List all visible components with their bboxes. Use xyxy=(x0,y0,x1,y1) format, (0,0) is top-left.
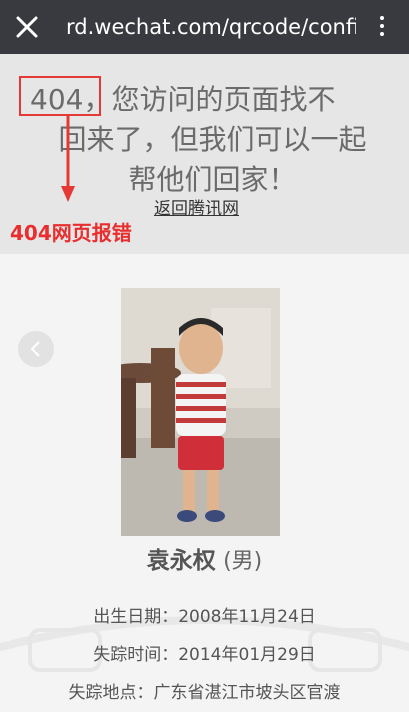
error-code-highlight-box xyxy=(19,76,101,116)
missing-time-label: 失踪时间： xyxy=(93,645,179,665)
person-name: 袁永权 xyxy=(146,548,216,574)
chevron-left-icon xyxy=(30,341,40,357)
person-gender: (男) xyxy=(223,549,263,574)
page-url: rd.wechat.com/qrcode/confir… xyxy=(66,15,356,39)
close-icon[interactable] xyxy=(12,12,42,42)
annotation-label: 404网页报错 xyxy=(10,221,132,245)
prev-arrow-button[interactable] xyxy=(18,331,54,367)
missing-place-value: 广东省湛江市坡头区官渡 xyxy=(153,683,341,703)
missing-time-row: 失踪时间：2014年01月29日 xyxy=(0,642,409,668)
error-line3: 帮他们回家！ xyxy=(128,163,297,196)
missing-place-label: 失踪地点： xyxy=(68,683,154,703)
birth-date-label: 出生日期： xyxy=(93,607,179,627)
error-line2: 回来了，但我们可以一起 xyxy=(58,123,367,156)
error-line1: ，您访问的页面找不 xyxy=(83,83,336,116)
birth-date-value: 2008年11月24日 xyxy=(178,607,316,627)
birth-date-row: 出生日期：2008年11月24日 xyxy=(0,604,409,630)
annotation-arrow-icon xyxy=(61,116,75,202)
missing-place-row: 失踪地点：广东省湛江市坡头区官渡 xyxy=(0,680,409,706)
back-to-qq-link[interactable]: 返回腾讯网 xyxy=(154,198,239,220)
more-vertical-icon[interactable] xyxy=(372,12,392,42)
browser-toolbar: rd.wechat.com/qrcode/confir… xyxy=(0,0,409,54)
child-photo xyxy=(121,288,280,536)
missing-time-value: 2014年01月29日 xyxy=(178,645,316,665)
person-name-line: 袁永权 (男) xyxy=(0,544,409,579)
